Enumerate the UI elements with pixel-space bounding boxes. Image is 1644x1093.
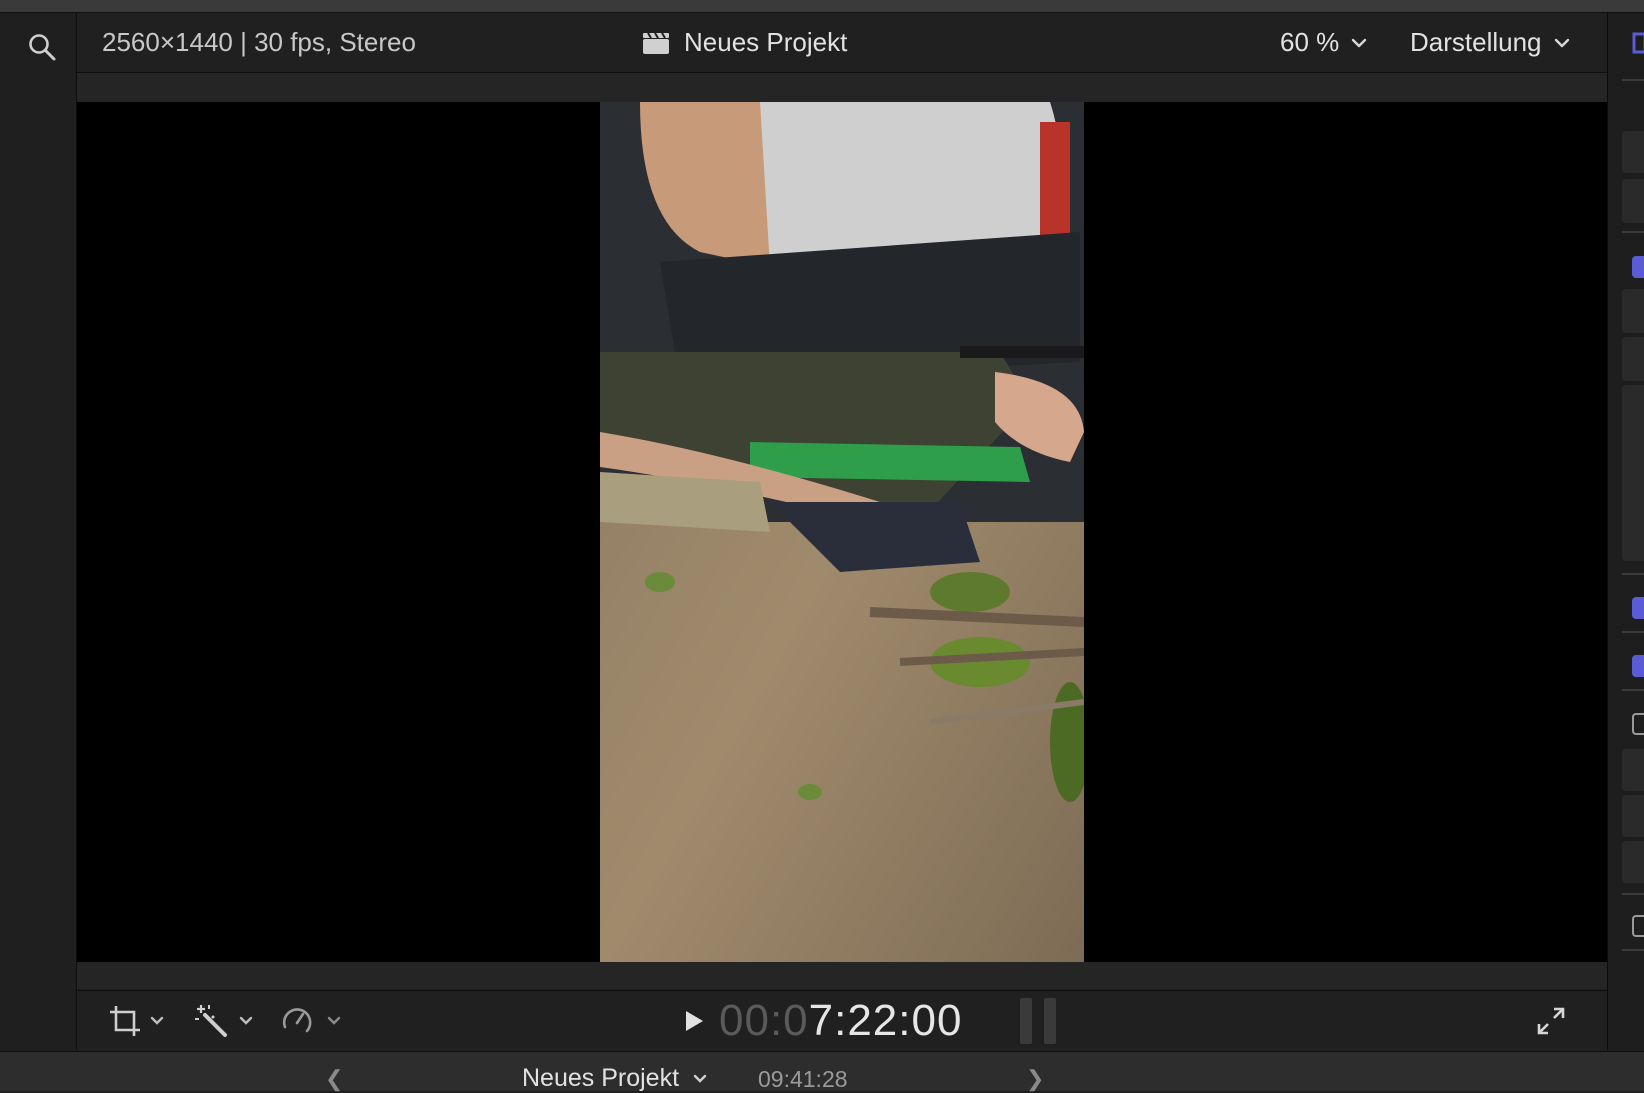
inspector-field[interactable] (1622, 385, 1644, 561)
timecode-display[interactable]: 00:07:22:00 (683, 991, 1062, 1051)
divider (1622, 79, 1644, 81)
inspector-checkbox[interactable] (1632, 597, 1644, 619)
transform-menu[interactable] (101, 991, 171, 1051)
magic-wand-icon (195, 1005, 227, 1037)
chevron-down-icon (693, 1074, 707, 1083)
divider (1622, 573, 1644, 575)
audio-meter-icon (1020, 998, 1057, 1044)
inspector-panel-edge (1607, 13, 1644, 1050)
divider (1622, 893, 1644, 895)
clapperboard-icon (643, 31, 669, 54)
viewer-header: 2560×1440 | 30 fps, Stereo Neues Projekt… (77, 13, 1607, 73)
inspector-checkbox[interactable] (1632, 713, 1644, 735)
play-icon[interactable] (683, 1009, 705, 1033)
timeline-project-menu[interactable]: Neues Projekt (522, 1064, 707, 1093)
inspector-field[interactable] (1622, 795, 1644, 837)
inspector-checkbox[interactable] (1632, 915, 1644, 937)
inspector-field[interactable] (1622, 337, 1644, 381)
inspector-icon[interactable] (1632, 32, 1644, 54)
chevron-down-icon (1352, 38, 1367, 47)
viewer-controls: 00:07:22:00 (77, 990, 1607, 1051)
divider (1622, 949, 1644, 951)
view-dropdown[interactable]: Darstellung (1410, 13, 1570, 72)
back-arrow-icon[interactable]: ❮ (325, 1066, 343, 1092)
timeline-project-title: Neues Projekt (522, 1064, 680, 1092)
divider (1622, 631, 1644, 633)
timecode-leading: 00:0 (719, 996, 809, 1045)
inspector-field[interactable] (1622, 749, 1644, 791)
timecode-value: 7:22:00 (808, 996, 963, 1045)
forward-arrow-icon[interactable]: ❯ (1026, 1066, 1044, 1092)
retime-menu[interactable] (275, 991, 347, 1051)
view-label: Darstellung (1410, 27, 1542, 57)
search-button[interactable] (22, 27, 62, 67)
video-frame[interactable] (600, 102, 1084, 962)
zoom-dropdown[interactable]: 60 % (1280, 13, 1367, 72)
video-frame-image (600, 102, 1084, 962)
fullscreen-button[interactable] (1521, 991, 1581, 1051)
inspector-field[interactable] (1622, 841, 1644, 883)
format-info: 2560×1440 | 30 fps, Stereo (102, 27, 416, 57)
inspector-checkbox[interactable] (1632, 655, 1644, 677)
timeline-header-bar: ❮ Neues Projekt 09:41:28 ❯ (0, 1051, 1644, 1093)
search-icon (29, 34, 56, 61)
left-sidebar-strip (0, 13, 77, 1050)
inspector-field[interactable] (1622, 131, 1644, 173)
project-title: Neues Projekt (684, 27, 848, 57)
project-duration: 09:41:28 (758, 1066, 848, 1092)
chevron-down-icon (239, 1016, 253, 1025)
inspector-checkbox[interactable] (1632, 256, 1644, 278)
divider (1622, 231, 1644, 233)
divider (1622, 689, 1644, 691)
chevron-down-icon (150, 1016, 164, 1025)
inspector-field[interactable] (1622, 179, 1644, 223)
chevron-down-icon (1554, 38, 1569, 47)
window-top-strip (0, 0, 1644, 13)
transform-icon (110, 1006, 140, 1036)
fullscreen-icon (1537, 1007, 1565, 1035)
zoom-value: 60 % (1280, 27, 1340, 57)
chevron-down-icon (327, 1016, 341, 1025)
enhance-menu[interactable] (185, 991, 261, 1051)
project-title-area: Neues Projekt (642, 13, 847, 72)
speedometer-icon (282, 1008, 312, 1033)
inspector-field[interactable] (1622, 289, 1644, 333)
